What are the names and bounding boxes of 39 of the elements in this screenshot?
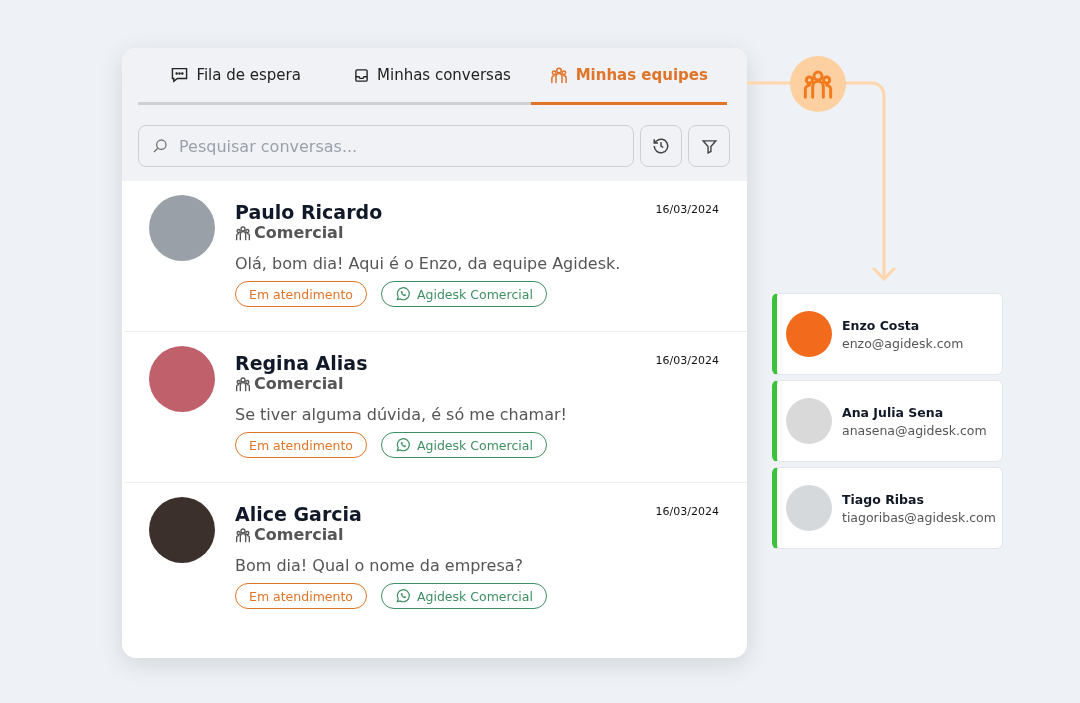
team-icon [235,224,251,241]
team-icon [235,375,251,392]
team-icon [549,66,568,84]
conversation-date: 16/03/2024 [655,505,719,518]
member-name: Ana Julia Sena [842,404,945,420]
avatar-placeholder [786,398,832,444]
team-icon [235,526,251,543]
team-badge [790,56,846,112]
member-email: enzo@agidesk.com [842,335,964,351]
conversation-date: 16/03/2024 [655,203,719,216]
member-email: tiagoribas@agidesk.com [842,509,996,525]
tab[interactable]: Minhas conversas [334,48,531,105]
filter-icon [700,137,718,155]
avatar-placeholder [786,311,832,357]
member-name: Enzo Costa [842,317,921,333]
whatsapp-icon [394,437,411,453]
contact-name: Alice Garcia [235,503,362,525]
conversation-date: 16/03/2024 [655,354,719,367]
member-name: Tiago Ribas [842,491,925,507]
last-message: Bom dia! Qual o nome da empresa? [235,556,525,575]
member-email: anasena@agidesk.com [842,422,987,438]
contact-name: Paulo Ricardo [235,201,383,223]
last-message: Se tiver alguma dúvida, é só me chamar! [235,405,568,424]
contact-name: Regina Alias [235,352,368,374]
team-name: Comercial [254,223,344,242]
filter-button[interactable] [688,125,730,167]
avatar-placeholder [786,485,832,531]
team-name: Comercial [254,374,344,393]
inbox-icon [354,67,369,83]
tab[interactable]: Fila de espera [138,48,335,105]
whatsapp-icon [394,588,411,604]
last-message: Olá, bom dia! Aqui é o Enzo, da equipe Agidesk. [235,254,622,273]
search-icon [152,138,168,154]
chat-icon [171,67,189,83]
whatsapp-icon [394,286,411,302]
history-button[interactable] [640,125,682,167]
history-icon [652,137,670,155]
search-field[interactable]: Pesquisar conversas... [138,125,634,167]
team-name: Comercial [254,525,344,544]
